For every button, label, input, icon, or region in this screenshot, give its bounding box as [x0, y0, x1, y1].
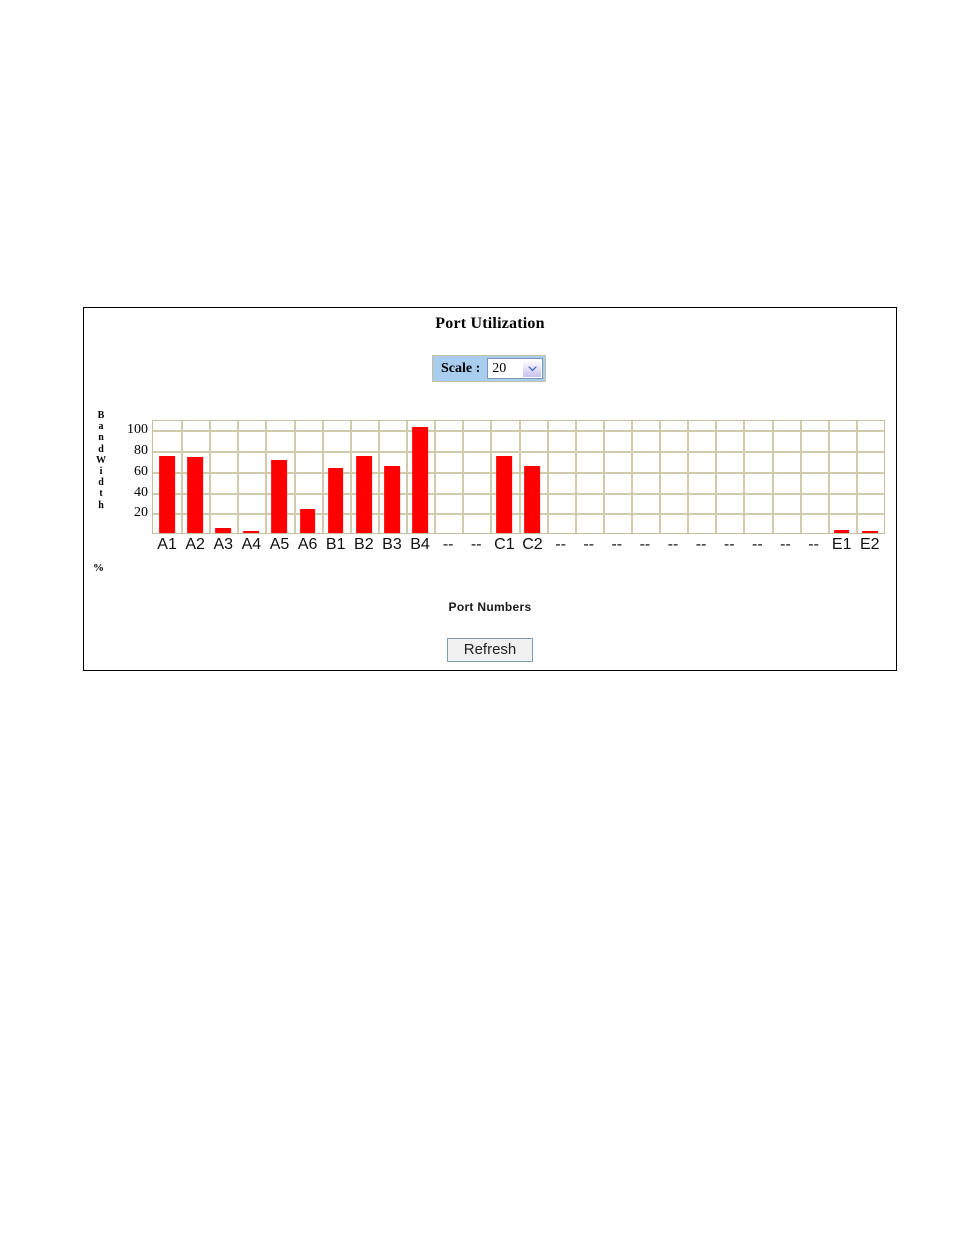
y-axis-tick: 100 [127, 422, 148, 438]
bar-column [209, 421, 237, 533]
bar-column [350, 421, 378, 533]
bar [496, 456, 513, 533]
x-axis-tick: -- [780, 536, 791, 553]
bar-column [547, 421, 575, 533]
x-axis-tick: B2 [354, 536, 374, 553]
y-caption-letter: d [98, 443, 104, 455]
bar [187, 457, 204, 533]
y-axis-tick: 80 [134, 443, 148, 459]
y-axis-tick: 60 [134, 463, 148, 479]
y-caption-letter: t [99, 488, 103, 500]
x-axis-tick: -- [583, 536, 595, 553]
x-axis-tick: C2 [522, 536, 543, 553]
bar-column [687, 421, 715, 533]
page-title: Port Utilization [435, 315, 545, 332]
x-axis-tick: -- [442, 536, 454, 553]
y-axis-unit: % [93, 562, 104, 574]
bar-column [265, 421, 293, 533]
x-axis-title: Port Numbers [448, 600, 532, 614]
x-axis-tick: A4 [241, 536, 262, 553]
y-caption-letter: a [98, 421, 104, 433]
bar [833, 529, 850, 533]
bar [861, 530, 878, 533]
y-axis-tick: 40 [134, 484, 148, 500]
bar [271, 460, 288, 533]
y-axis-tick: 20 [134, 505, 148, 521]
plot-area [152, 420, 885, 534]
x-axis-tick: A3 [213, 536, 234, 553]
x-axis-tick: -- [639, 536, 651, 553]
scale-control: Scale : 20 [432, 355, 547, 382]
bar-column [575, 421, 603, 533]
bar [355, 456, 372, 533]
bar [327, 467, 344, 533]
x-axis-tick: A2 [185, 536, 205, 553]
bar [524, 465, 541, 533]
bar [243, 530, 260, 533]
bar-column [659, 421, 687, 533]
bar [215, 527, 232, 533]
x-axis-tick: C1 [494, 536, 515, 553]
x-axis-tick: B1 [325, 536, 346, 553]
bar [384, 465, 400, 533]
y-caption-letter: h [98, 499, 104, 511]
port-utilization-panel: Port Utilization Scale : 20 BandWidth % … [83, 307, 897, 671]
x-axis-tick: -- [555, 536, 566, 553]
bar-column [237, 421, 265, 533]
bar-column [631, 421, 659, 533]
chevron-down-icon[interactable] [523, 360, 542, 377]
bar-column [715, 421, 743, 533]
y-axis-tick-labels: 100 80 60 40 20 [108, 408, 148, 534]
x-axis-tick: B3 [382, 536, 402, 553]
bar-column [294, 421, 322, 533]
y-caption-letter: d [98, 477, 104, 489]
bar-column [462, 421, 490, 533]
bar-column [322, 421, 350, 533]
x-axis-tick-labels: A1 A2 A3 A4 A5 A6 B1 B2 B3 B4 -- -- C1 C2 -- -- -- -- -- --… [153, 536, 884, 554]
bar-series [153, 421, 884, 533]
x-axis-tick: E1 [831, 536, 852, 553]
bar-column [771, 421, 799, 533]
x-axis-tick: A1 [157, 536, 177, 553]
y-caption-letter: n [98, 432, 104, 444]
bar-column [603, 421, 631, 533]
bar-column [406, 421, 434, 533]
scale-select[interactable]: 20 [487, 358, 544, 379]
bar-column [743, 421, 771, 533]
bar-column [181, 421, 209, 533]
x-axis-tick: -- [695, 536, 707, 553]
x-axis-tick: -- [808, 536, 819, 553]
x-axis-tick: -- [723, 536, 735, 553]
bar-column [378, 421, 406, 533]
x-axis-tick: -- [667, 536, 679, 553]
scale-label: Scale : [433, 356, 488, 381]
bar-column [828, 421, 856, 533]
bar-column [518, 421, 546, 533]
bar-column [490, 421, 518, 533]
x-axis-tick: A5 [269, 536, 290, 553]
bar [299, 509, 316, 533]
x-axis-tick: B4 [410, 536, 430, 553]
port-utilization-chart: BandWidth % 100 80 60 40 20 A1 A2 A3 A4 A5 A6 B1 B2… [84, 408, 896, 574]
x-axis-tick: E2 [860, 536, 880, 553]
refresh-button-row: Refresh [84, 637, 896, 663]
y-caption-letter: i [99, 466, 103, 478]
y-caption-letter: B [97, 410, 105, 421]
bar-column [856, 421, 884, 533]
scale-selected-value: 20 [492, 360, 507, 376]
bar-column [153, 421, 181, 533]
bar-column [800, 421, 828, 533]
refresh-button[interactable]: Refresh [445, 637, 535, 663]
x-axis-tick: -- [752, 536, 763, 553]
x-axis-tick: -- [470, 536, 482, 553]
y-axis-caption: BandWidth [94, 410, 108, 511]
bar [412, 427, 428, 533]
bar-column [434, 421, 462, 533]
x-axis-tick: A6 [297, 536, 318, 553]
x-axis-tick: -- [611, 536, 623, 553]
bar [159, 456, 175, 533]
y-caption-letter: W [96, 454, 106, 466]
